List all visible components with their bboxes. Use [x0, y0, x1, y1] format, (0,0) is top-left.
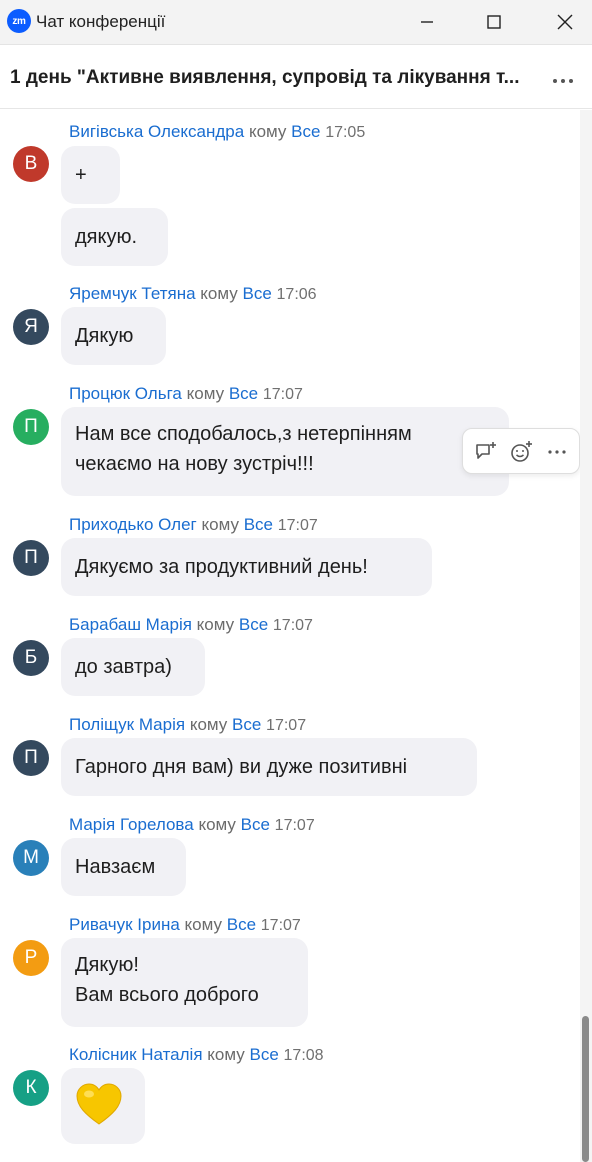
avatar[interactable]: К — [13, 1070, 49, 1106]
minimize-button[interactable] — [404, 0, 450, 44]
message-list[interactable]: Вигівська Олександра кому Все 17:05 В + … — [0, 110, 580, 1162]
avatar[interactable]: М — [13, 840, 49, 876]
avatar[interactable]: П — [13, 409, 49, 445]
message-bubble[interactable]: Навзаєм — [61, 838, 186, 896]
more-options-icon[interactable] — [551, 75, 575, 87]
sender-name[interactable]: Марія Горелова — [69, 815, 194, 834]
avatar[interactable]: В — [13, 146, 49, 182]
maximize-icon — [487, 15, 501, 29]
message-header: Колісник Наталія кому Все 17:08 — [69, 1045, 324, 1064]
message-header: Марія Горелова кому Все 17:07 — [69, 815, 315, 834]
message-header: Поліщук Марія кому Все 17:07 — [69, 715, 307, 734]
message-bubble[interactable]: до завтра) — [61, 638, 205, 696]
message-bubble[interactable]: Дякую — [61, 307, 166, 365]
message-bubble[interactable]: Дякую! Вам всього доброго — [61, 938, 308, 1027]
message-bubble[interactable]: Нам все сподобалось,з нетерпінням чекаєм… — [61, 407, 509, 496]
avatar[interactable]: П — [13, 540, 49, 576]
window-title: Чат конференції — [36, 12, 166, 31]
message-bubble[interactable]: + — [61, 146, 120, 204]
avatar[interactable]: Я — [13, 309, 49, 345]
sender-name[interactable]: Колісник Наталія — [69, 1045, 203, 1064]
avatar[interactable]: Б — [13, 640, 49, 676]
sender-name[interactable]: Ривачук Ірина — [69, 915, 180, 934]
close-button[interactable] — [542, 0, 588, 44]
message-header: Процюк Ольга кому Все 17:07 — [69, 384, 303, 403]
title-bar: zm Чат конференції — [0, 0, 592, 45]
sender-name[interactable]: Процюк Ольга — [69, 384, 182, 403]
sender-name[interactable]: Яремчук Тетяна — [69, 284, 196, 303]
chat-title: 1 день "Активне виявлення, супровід та л… — [10, 67, 520, 88]
scrollbar-track[interactable] — [580, 110, 592, 1162]
message-header: Барабаш Марія кому Все 17:07 — [69, 615, 313, 634]
message-bubble[interactable]: Дякуємо за продуктивний день! — [61, 538, 432, 596]
sender-name[interactable]: Барабаш Марія — [69, 615, 192, 634]
message-bubble[interactable]: Гарного дня вам) ви дуже позитивні — [61, 738, 477, 796]
zoom-logo-icon: zm — [7, 9, 31, 33]
message-header: Вигівська Олександра кому Все 17:05 — [69, 122, 366, 141]
message-header: Приходько Олег кому Все 17:07 — [69, 515, 318, 534]
more-icon[interactable] — [544, 439, 570, 465]
avatar[interactable]: П — [13, 740, 49, 776]
sender-name[interactable]: Вигівська Олександра — [69, 122, 244, 141]
close-icon — [557, 14, 573, 30]
sender-name[interactable]: Поліщук Марія — [69, 715, 185, 734]
minimize-icon — [421, 21, 433, 23]
message-bubble[interactable]: дякую. — [61, 208, 168, 266]
message-header: Ривачук Ірина кому Все 17:07 — [69, 915, 301, 934]
add-reaction-icon[interactable] — [508, 439, 534, 465]
message-header: Яремчук Тетяна кому Все 17:06 — [69, 284, 317, 303]
chat-header: 1 день "Активне виявлення, супровід та л… — [0, 45, 592, 109]
sender-name[interactable]: Приходько Олег — [69, 515, 197, 534]
scrollbar-thumb[interactable] — [582, 1016, 589, 1162]
maximize-button[interactable] — [471, 0, 517, 44]
yellow-heart-emoji-icon — [76, 1083, 122, 1125]
message-actions-toolbar — [462, 428, 580, 474]
reply-in-thread-icon[interactable] — [473, 439, 499, 465]
avatar[interactable]: Р — [13, 940, 49, 976]
